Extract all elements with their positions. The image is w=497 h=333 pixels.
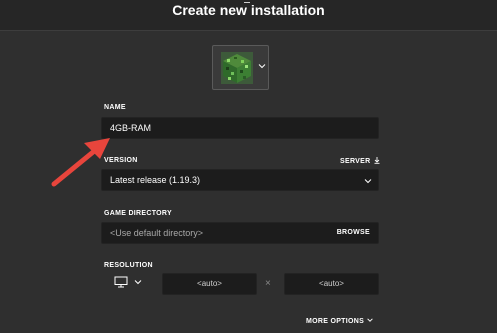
version-select-value: Latest release (1.19.3) — [110, 175, 201, 185]
server-label: SERVER — [340, 158, 371, 165]
chevron-down-icon — [364, 179, 372, 184]
header-bar: Create new installation — [0, 0, 497, 31]
resolution-height-input[interactable]: <auto> — [284, 273, 379, 295]
resolution-label: RESOLUTION — [104, 262, 153, 269]
icon-picker-button[interactable] — [212, 45, 269, 90]
server-download-link[interactable]: SERVER — [340, 156, 381, 165]
chevron-down-icon — [367, 318, 374, 322]
version-select[interactable]: Latest release (1.19.3) — [101, 169, 379, 191]
game-directory-label: GAME DIRECTORY — [104, 210, 172, 217]
download-icon — [374, 157, 380, 164]
name-input-value: 4GB-RAM — [110, 123, 152, 133]
resolution-width-input[interactable]: <auto> — [162, 273, 257, 295]
resolution-separator: × — [265, 278, 271, 289]
version-label: VERSION — [104, 157, 138, 164]
browse-button[interactable]: BROWSE — [337, 229, 370, 236]
name-label: NAME — [104, 104, 126, 111]
grass-block-icon — [221, 52, 253, 84]
more-options-label: MORE OPTIONS — [306, 318, 365, 325]
game-directory-input[interactable]: <Use default directory> BROWSE — [101, 222, 379, 244]
monitor-icon — [114, 276, 128, 288]
more-options-button[interactable]: MORE OPTIONS — [306, 316, 374, 325]
page-title: Create new installation — [172, 2, 325, 18]
resolution-preset-dropdown[interactable] — [114, 276, 146, 290]
chevron-down-icon — [258, 64, 266, 69]
name-input[interactable]: 4GB-RAM — [101, 117, 379, 139]
game-directory-placeholder: <Use default directory> — [110, 228, 204, 238]
chevron-down-icon — [134, 280, 142, 285]
